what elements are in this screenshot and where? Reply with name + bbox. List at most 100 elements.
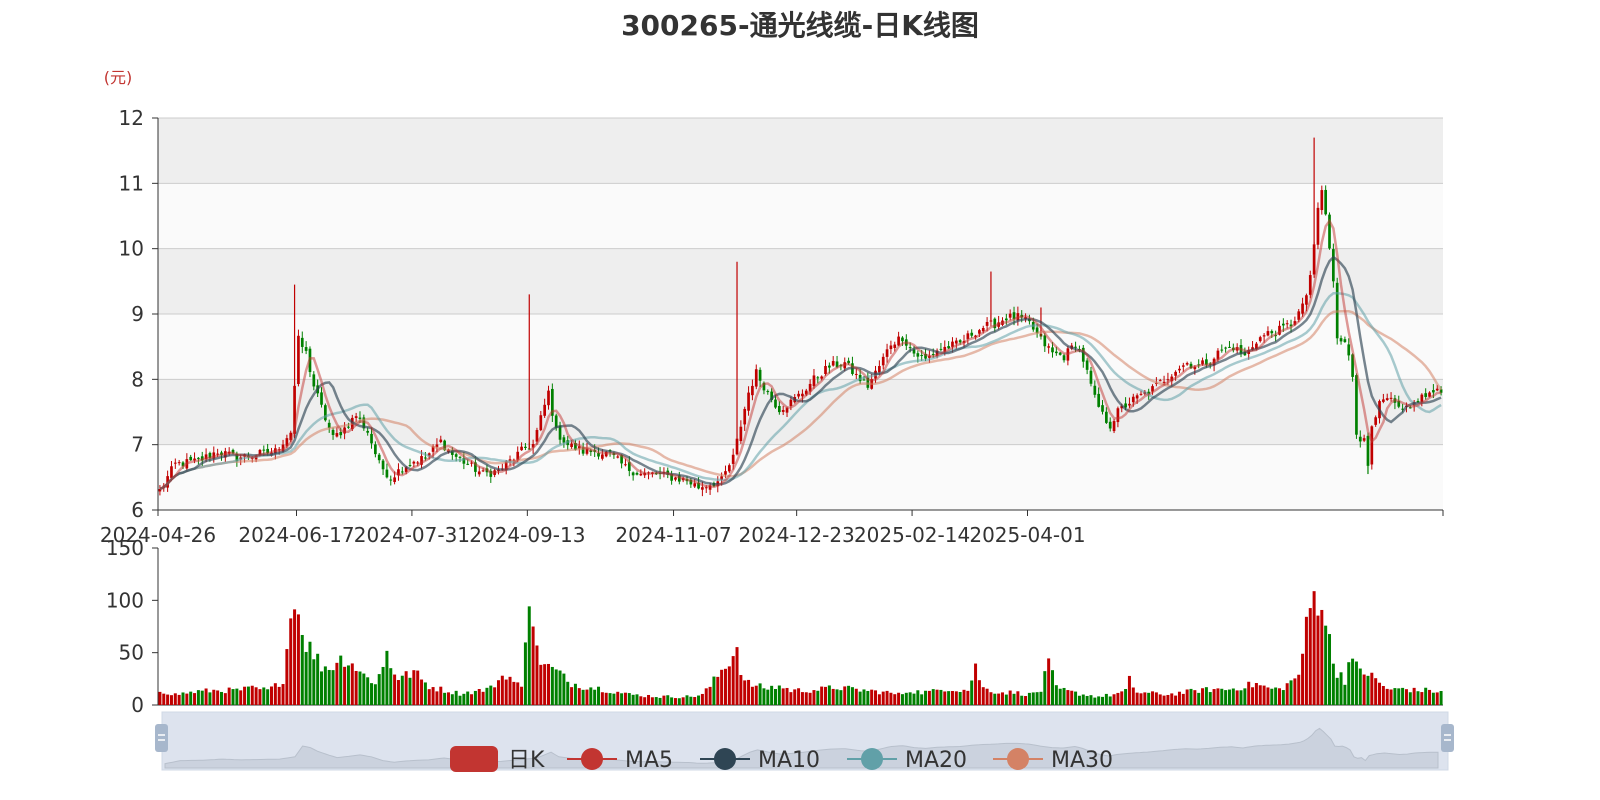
volume-bar bbox=[627, 693, 631, 705]
zoom-right-handle[interactable] bbox=[1441, 724, 1454, 752]
candle-body bbox=[970, 332, 974, 336]
legend-label[interactable]: MA30 bbox=[1051, 748, 1113, 773]
zoom-left-handle[interactable] bbox=[155, 724, 168, 752]
volume-bar bbox=[1004, 694, 1008, 705]
candle-body bbox=[789, 399, 793, 407]
legend-candle-swatch bbox=[450, 746, 498, 772]
volume-bar bbox=[1227, 689, 1231, 705]
volume-bar bbox=[335, 662, 339, 705]
candle-body bbox=[1174, 371, 1177, 376]
volume-tick-label: 0 bbox=[131, 693, 144, 717]
volume-bar bbox=[1239, 690, 1243, 705]
volume-bar bbox=[1193, 690, 1197, 705]
volume-bar bbox=[1258, 685, 1262, 705]
volume-bar bbox=[1204, 687, 1208, 705]
price-band bbox=[158, 118, 1443, 184]
volume-bar bbox=[1154, 692, 1158, 705]
volume-bar bbox=[366, 677, 370, 705]
volume-bar bbox=[785, 687, 789, 705]
candle-body bbox=[1374, 417, 1378, 425]
volume-bar bbox=[562, 673, 566, 705]
volume-bar bbox=[416, 670, 420, 705]
candle-body bbox=[454, 454, 458, 457]
candle-body bbox=[958, 340, 962, 343]
candle-body bbox=[954, 340, 958, 344]
candle-body bbox=[735, 438, 739, 455]
volume-bar bbox=[993, 693, 997, 705]
volume-bar bbox=[223, 693, 227, 705]
volume-bar bbox=[1000, 692, 1004, 705]
volume-bar bbox=[1224, 690, 1228, 705]
volume-bar bbox=[1012, 693, 1016, 705]
volume-bar bbox=[346, 665, 350, 705]
candle-body bbox=[985, 321, 989, 326]
candle-body bbox=[1312, 244, 1316, 275]
volume-bar bbox=[723, 668, 727, 705]
volume-bar bbox=[1343, 684, 1347, 705]
volume-bar bbox=[316, 653, 320, 705]
volume-bar bbox=[870, 689, 874, 705]
volume-bar bbox=[793, 689, 797, 705]
volume-bar bbox=[631, 694, 635, 705]
candle-body bbox=[1382, 399, 1385, 402]
candle-body bbox=[674, 477, 677, 480]
candle-body bbox=[901, 337, 904, 342]
volume-bar bbox=[250, 685, 254, 705]
volume-bar bbox=[1339, 672, 1343, 705]
volume-bar bbox=[612, 693, 616, 705]
volume-bar bbox=[600, 692, 604, 705]
volume-bar bbox=[762, 688, 766, 705]
volume-bar bbox=[954, 691, 958, 705]
candle-body bbox=[724, 471, 727, 475]
candle-body bbox=[1220, 349, 1224, 351]
candle-body bbox=[704, 487, 708, 489]
volume-bar bbox=[1050, 670, 1054, 705]
volume-bar bbox=[204, 688, 208, 705]
volume-bar bbox=[608, 693, 612, 705]
candle-body bbox=[1093, 385, 1097, 395]
legend-dot-swatch bbox=[1007, 748, 1029, 770]
candle-body bbox=[1054, 351, 1058, 354]
volume-bar bbox=[743, 680, 747, 705]
volume-bar bbox=[158, 691, 162, 705]
volume-bar bbox=[420, 679, 424, 705]
volume-bar bbox=[689, 696, 693, 705]
legend-label[interactable]: MA10 bbox=[758, 748, 820, 773]
volume-bar bbox=[1385, 688, 1389, 705]
volume-bar bbox=[570, 687, 574, 705]
volume-bar bbox=[1139, 693, 1143, 705]
candle-body bbox=[1097, 393, 1101, 407]
legend-label[interactable]: MA20 bbox=[905, 748, 967, 773]
volume-bar bbox=[616, 691, 620, 705]
volume-bar bbox=[1024, 696, 1028, 705]
candle-body bbox=[831, 361, 835, 366]
volume-bar bbox=[1431, 692, 1435, 705]
candle-body bbox=[1370, 426, 1374, 465]
candle-body bbox=[1224, 347, 1227, 349]
volume-bar bbox=[693, 697, 697, 705]
volume-bar bbox=[981, 687, 985, 705]
volume-bar bbox=[970, 680, 974, 705]
candle-body bbox=[1316, 207, 1320, 245]
volume-bar bbox=[908, 692, 912, 705]
volume-bar bbox=[1354, 661, 1358, 705]
price-tick-label: 9 bbox=[131, 302, 144, 326]
volume-bar bbox=[173, 693, 177, 705]
volume-bar bbox=[800, 692, 804, 705]
candle-body bbox=[408, 465, 412, 467]
volume-bar bbox=[312, 659, 316, 705]
volume-bar bbox=[777, 685, 781, 705]
candle-body bbox=[758, 369, 762, 381]
volume-bar bbox=[847, 685, 851, 705]
legend-label[interactable]: 日K bbox=[508, 748, 545, 773]
volume-bar bbox=[1170, 693, 1174, 705]
volume-bar bbox=[597, 686, 601, 705]
candle-body bbox=[1112, 421, 1116, 432]
volume-bar bbox=[935, 689, 939, 705]
candle-body bbox=[1158, 380, 1162, 382]
legend-label[interactable]: MA5 bbox=[625, 748, 673, 773]
volume-bar bbox=[412, 670, 416, 705]
volume-bar bbox=[1397, 688, 1401, 705]
volume-bar bbox=[1054, 685, 1058, 705]
volume-bar bbox=[620, 693, 624, 705]
